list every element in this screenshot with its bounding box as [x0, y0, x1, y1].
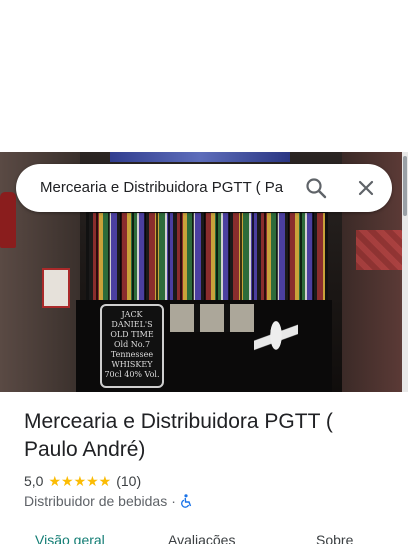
- place-category[interactable]: Distribuidor de bebidas: [24, 493, 167, 509]
- category-row: Distribuidor de bebidas ·: [24, 493, 193, 509]
- rating-value: 5,0: [24, 473, 44, 489]
- rating-row[interactable]: 5,0 ★★★★★ (10): [24, 472, 141, 490]
- photo-bottle: [0, 192, 16, 248]
- tab-overview[interactable]: Visão geral: [35, 532, 105, 544]
- photo-red-tile: [356, 230, 402, 270]
- photo-light-strip: [110, 152, 290, 162]
- star-rating-icon: ★★★★★: [48, 472, 112, 489]
- close-icon[interactable]: [354, 176, 378, 200]
- search-icon[interactable]: [304, 176, 328, 200]
- place-tabs: Visão geral Avaliações Sobre: [0, 528, 408, 544]
- blank-header-area: [0, 0, 408, 152]
- separator-dot: ·: [171, 493, 176, 509]
- photo-figure: [254, 312, 298, 390]
- search-bar[interactable]: Mercearia e Distribuidora PGTT ( Pa: [16, 164, 392, 212]
- photo-whiskey-label: JACK DANIEL'S OLD TIME Old No.7 Tennesse…: [100, 304, 164, 388]
- photo-no-smoking-sign: [42, 268, 70, 308]
- tab-reviews[interactable]: Avaliações: [168, 532, 235, 544]
- review-count[interactable]: (10): [116, 473, 141, 489]
- photo-window-bars: [86, 210, 322, 300]
- search-input[interactable]: Mercearia e Distribuidora PGTT ( Pa: [40, 179, 302, 196]
- scrollbar-thumb[interactable]: [403, 156, 407, 216]
- wheelchair-icon[interactable]: [180, 494, 193, 508]
- place-title: Mercearia e Distribuidora PGTT ( Paulo A…: [24, 410, 333, 461]
- photo-counter-signs: [170, 304, 254, 332]
- tab-about[interactable]: Sobre: [316, 532, 353, 544]
